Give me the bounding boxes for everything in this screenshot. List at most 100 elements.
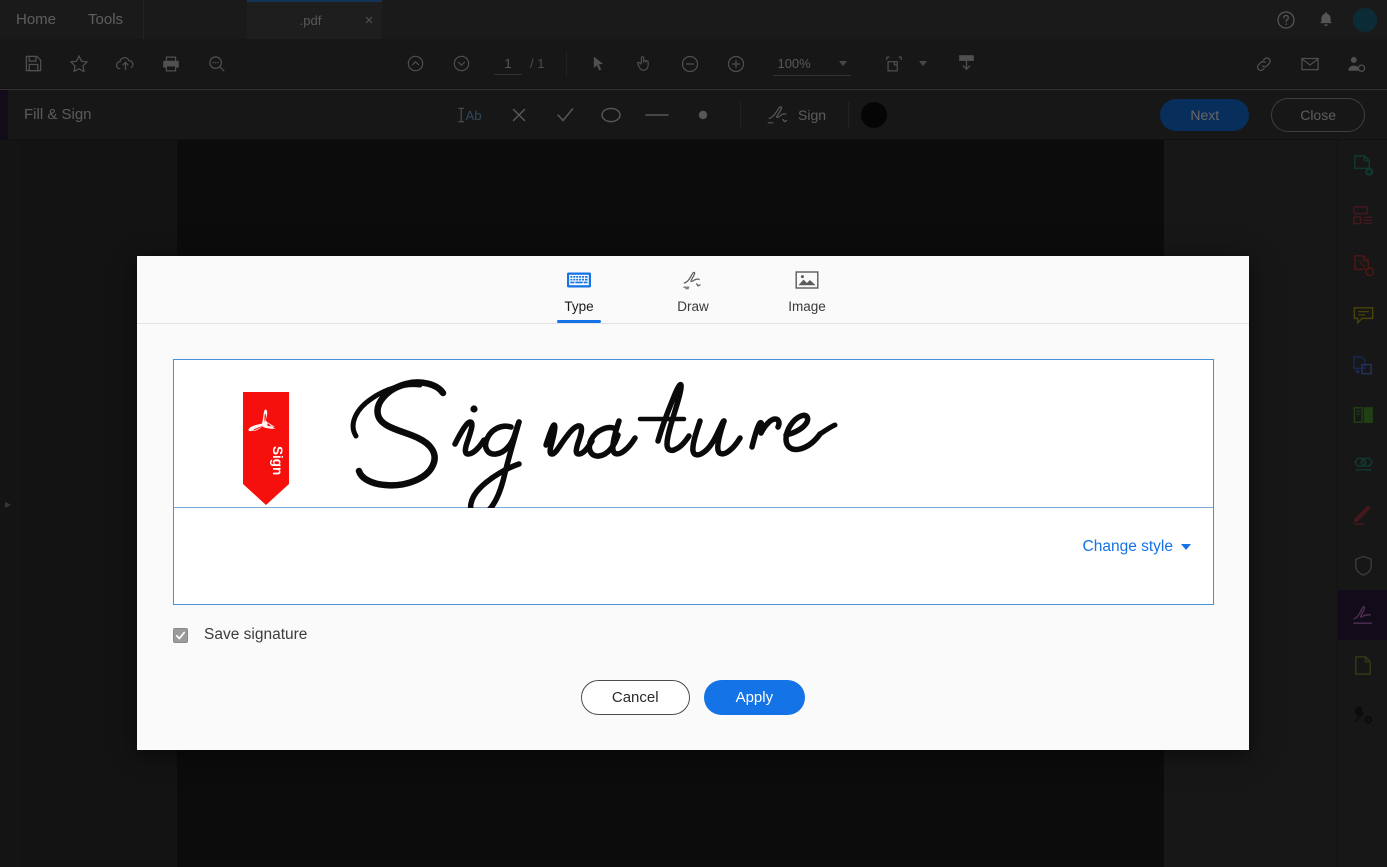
page-number-input[interactable]: 1 (494, 53, 522, 75)
chevron-down-icon[interactable] (919, 61, 927, 66)
dot-icon[interactable] (680, 90, 726, 140)
tools-rail (1337, 140, 1387, 867)
close-icon[interactable]: × (356, 12, 382, 29)
sign-button[interactable]: Sign (755, 103, 836, 127)
fill-and-sign-title: Fill & Sign (24, 106, 92, 123)
document-tab[interactable]: .pdf × (247, 0, 382, 39)
export-pdf-icon[interactable] (1338, 240, 1387, 290)
chevron-down-icon (1181, 544, 1191, 550)
signature-dialog: Type Draw (137, 256, 1249, 750)
edit-pdf-icon[interactable] (1338, 490, 1387, 540)
tab-image[interactable]: Image (771, 267, 843, 323)
tab-type[interactable]: Type (543, 267, 615, 323)
apply-button[interactable]: Apply (704, 680, 806, 715)
tab-type-label: Type (564, 299, 593, 314)
protect-icon[interactable] (1338, 540, 1387, 590)
zoom-level-select[interactable]: 100% (773, 52, 851, 76)
tab-image-underline (785, 320, 829, 323)
signature-style-row: Change style (174, 508, 1213, 604)
notifications-bell-icon[interactable] (1313, 7, 1339, 33)
cross-mark-icon[interactable] (496, 90, 542, 140)
zoom-in-icon[interactable] (713, 41, 759, 87)
account-avatar[interactable] (1353, 8, 1377, 32)
redact-icon[interactable] (1338, 440, 1387, 490)
application-window: Home Tools .pdf × (0, 0, 1387, 867)
cancel-button[interactable]: Cancel (581, 680, 690, 715)
change-style-button[interactable]: Change style (1083, 538, 1191, 556)
toolbar-accent-stripe (0, 90, 8, 140)
left-panel-collapse-strip[interactable]: ▸ (0, 140, 20, 867)
chevron-down-icon (839, 61, 847, 66)
upload-to-cloud-icon[interactable] (102, 41, 148, 87)
next-button[interactable]: Next (1160, 99, 1249, 131)
add-text-icon[interactable]: Ab (450, 90, 496, 140)
next-page-icon[interactable] (438, 41, 484, 87)
stamp-icon[interactable] (1338, 640, 1387, 690)
fill-and-sign-divider (740, 102, 741, 128)
change-style-label: Change style (1083, 538, 1173, 556)
adobe-sign-ribbon-icon: Sign (243, 392, 289, 505)
keyboard-icon (566, 267, 592, 293)
check-mark-icon[interactable] (542, 90, 588, 140)
svg-text:Ab: Ab (465, 108, 481, 123)
zoom-out-icon[interactable] (667, 41, 713, 87)
ribbon-label: Sign (270, 446, 285, 475)
save-signature-label: Save signature (204, 626, 307, 644)
page-total-label: / 1 (530, 56, 544, 71)
sign-button-label: Sign (798, 107, 826, 123)
send-for-signature-icon[interactable] (1333, 41, 1379, 87)
image-picture-icon (794, 267, 820, 293)
more-tools-icon[interactable] (1338, 690, 1387, 740)
main-toolbar: 1 / 1 (0, 39, 1387, 89)
combine-files-icon[interactable] (1338, 340, 1387, 390)
pen-draw-icon (680, 267, 706, 293)
fill-and-sign-toolbar: Fill & Sign Ab (0, 90, 1387, 140)
share-link-icon[interactable] (1241, 41, 1287, 87)
document-tab-label: .pdf (247, 13, 356, 28)
zoom-level-value: 100% (777, 56, 810, 71)
add-to-favorites-icon[interactable] (56, 41, 102, 87)
menu-tools[interactable]: Tools (72, 0, 139, 39)
fill-and-sign-tool-group: Ab (450, 90, 887, 140)
menubar-right-group (1273, 0, 1377, 39)
tab-draw-underline (671, 320, 715, 323)
tab-draw[interactable]: Draw (657, 267, 729, 323)
menu-bar: Home Tools .pdf × (0, 0, 1387, 39)
signature-dialog-tabbar: Type Draw (137, 256, 1249, 324)
tab-image-label: Image (788, 299, 826, 314)
search-icon[interactable] (194, 41, 240, 87)
help-icon[interactable] (1273, 7, 1299, 33)
menu-divider (143, 0, 144, 39)
signature-mode-tabs: Type Draw (543, 267, 843, 323)
close-button[interactable]: Close (1271, 98, 1365, 132)
toolbar-divider (566, 51, 567, 77)
typed-signature-text (314, 354, 1174, 514)
fill-and-sign-actions: Next Close (1160, 90, 1365, 140)
expand-panel-icon[interactable]: ▸ (5, 497, 11, 511)
create-pdf-icon[interactable] (1338, 140, 1387, 190)
signature-canvas[interactable]: Sign (174, 360, 1213, 508)
toolbar-right-group (1241, 39, 1379, 89)
circle-icon[interactable] (588, 90, 634, 140)
save-file-icon[interactable] (10, 41, 56, 87)
fill-and-sign-icon[interactable] (1338, 590, 1387, 640)
print-icon[interactable] (148, 41, 194, 87)
email-icon[interactable] (1287, 41, 1333, 87)
fit-page-icon[interactable] (871, 41, 917, 87)
tab-draw-label: Draw (677, 299, 709, 314)
save-signature-checkbox[interactable] (173, 628, 188, 643)
menu-home[interactable]: Home (0, 0, 72, 39)
color-swatch[interactable] (861, 102, 887, 128)
select-cursor-icon[interactable] (575, 41, 621, 87)
previous-page-icon[interactable] (392, 41, 438, 87)
line-icon[interactable] (634, 90, 680, 140)
scroll-mode-icon[interactable] (943, 41, 989, 87)
hand-tool-icon[interactable] (621, 41, 667, 87)
compare-files-icon[interactable] (1338, 390, 1387, 440)
fill-and-sign-divider-2 (848, 102, 849, 128)
save-signature-row: Save signature (173, 626, 307, 644)
signature-preview-box[interactable]: Sign (173, 359, 1214, 605)
organize-pages-icon[interactable] (1338, 190, 1387, 240)
comment-icon[interactable] (1338, 290, 1387, 340)
tab-type-underline (557, 320, 601, 323)
